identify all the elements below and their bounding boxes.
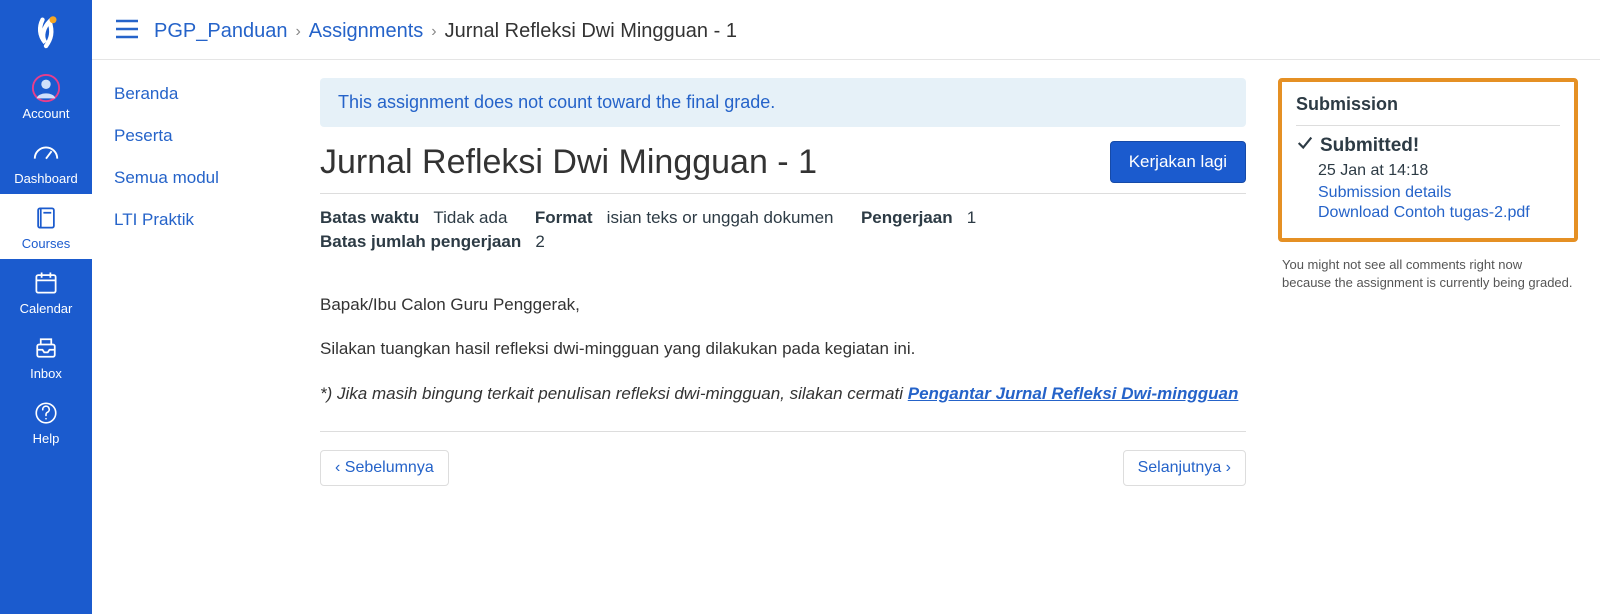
help-icon <box>30 397 62 429</box>
nav-inbox[interactable]: Inbox <box>0 324 92 389</box>
submission-box: Submission Submitted! 25 Jan at 14:18 Su… <box>1278 78 1578 242</box>
meta-due-value: Tidak ada <box>433 208 507 227</box>
intro-link[interactable]: Pengantar Jurnal Refleksi Dwi-mingguan <box>908 384 1239 403</box>
nav-dashboard-label: Dashboard <box>14 171 78 186</box>
content: This assignment does not count toward th… <box>320 78 1252 614</box>
next-button-label: Selanjutnya <box>1138 459 1222 476</box>
chevron-right-icon: › <box>1221 459 1231 476</box>
nav-help[interactable]: Help <box>0 389 92 454</box>
global-nav: Account Dashboard Courses Calendar Inbox… <box>0 0 92 614</box>
pager: ‹ Sebelumnya Selanjutnya › <box>320 431 1246 486</box>
nav-help-label: Help <box>33 431 60 446</box>
meta-format-value: isian teks or unggah dokumen <box>607 208 834 227</box>
sidebar: Submission Submitted! 25 Jan at 14:18 Su… <box>1278 78 1578 614</box>
body-p3-prefix: *) Jika masih bingung terkait penulisan … <box>320 384 908 403</box>
nav-account-label: Account <box>23 106 70 121</box>
chevron-right-icon: › <box>295 23 300 41</box>
meta-attempts-value: 1 <box>967 208 976 227</box>
prev-button[interactable]: ‹ Sebelumnya <box>320 450 449 486</box>
retry-button[interactable]: Kerjakan lagi <box>1110 141 1246 183</box>
course-nav: Beranda Peserta Semua modul LTI Praktik <box>114 78 294 614</box>
meta-attempts-label: Pengerjaan <box>861 208 953 227</box>
submission-date: 25 Jan at 14:18 <box>1318 162 1560 180</box>
body-p1: Bapak/Ibu Calon Guru Penggerak, <box>320 292 1246 318</box>
nav-calendar[interactable]: Calendar <box>0 259 92 324</box>
meta-due-label: Batas waktu <box>320 208 419 227</box>
book-icon <box>30 202 62 234</box>
logo-icon <box>25 11 67 53</box>
breadcrumb-assignments[interactable]: Assignments <box>309 20 424 43</box>
submission-details-link[interactable]: Submission details <box>1318 184 1560 202</box>
course-nav-home[interactable]: Beranda <box>114 84 294 104</box>
app-logo[interactable] <box>20 6 72 58</box>
body-columns: Beranda Peserta Semua modul LTI Praktik … <box>92 60 1600 614</box>
course-nav-people[interactable]: Peserta <box>114 126 294 146</box>
submitted-status: Submitted! <box>1296 134 1560 158</box>
nav-dashboard[interactable]: Dashboard <box>0 129 92 194</box>
prev-button-label: Sebelumnya <box>345 459 434 476</box>
page-title: Jurnal Refleksi Dwi Mingguan - 1 <box>320 143 817 182</box>
assignment-meta: Batas waktu Tidak ada Format isian teks … <box>320 193 1246 266</box>
breadcrumb-course[interactable]: PGP_Panduan <box>154 20 287 43</box>
assignment-body: Bapak/Ibu Calon Guru Penggerak, Silakan … <box>320 266 1246 407</box>
meta-allowed-label: Batas jumlah pengerjaan <box>320 232 521 251</box>
next-button[interactable]: Selanjutnya › <box>1123 450 1246 486</box>
grade-alert: This assignment does not count toward th… <box>320 78 1246 127</box>
calendar-icon <box>30 267 62 299</box>
chevron-left-icon: ‹ <box>335 459 345 476</box>
nav-courses[interactable]: Courses <box>0 194 92 259</box>
submitted-label: Submitted! <box>1320 135 1419 157</box>
meta-format-label: Format <box>535 208 593 227</box>
download-file-link[interactable]: Download Contoh tugas-2.pdf <box>1318 204 1560 222</box>
nav-inbox-label: Inbox <box>30 366 62 381</box>
course-nav-modules[interactable]: Semua modul <box>114 168 294 188</box>
inbox-icon <box>30 332 62 364</box>
nav-calendar-label: Calendar <box>20 301 73 316</box>
breadcrumbs: PGP_Panduan › Assignments › Jurnal Refle… <box>154 20 737 43</box>
hamburger-icon[interactable] <box>114 18 140 45</box>
meta-allowed-value: 2 <box>535 232 544 251</box>
title-row: Jurnal Refleksi Dwi Mingguan - 1 Kerjaka… <box>320 141 1246 183</box>
check-icon <box>1296 134 1314 158</box>
dashboard-icon <box>30 137 62 169</box>
user-circle-icon <box>30 72 62 104</box>
course-nav-lti[interactable]: LTI Praktik <box>114 210 294 230</box>
submission-heading: Submission <box>1296 94 1560 126</box>
chevron-right-icon: › <box>431 23 436 41</box>
breadcrumb-current: Jurnal Refleksi Dwi Mingguan - 1 <box>445 20 737 43</box>
nav-account[interactable]: Account <box>0 64 92 129</box>
grading-note: You might not see all comments right now… <box>1278 256 1578 291</box>
body-p2: Silakan tuangkan hasil refleksi dwi-ming… <box>320 336 1246 362</box>
main-wrap: PGP_Panduan › Assignments › Jurnal Refle… <box>92 0 1600 614</box>
body-p3: *) Jika masih bingung terkait penulisan … <box>320 381 1246 407</box>
nav-courses-label: Courses <box>22 236 70 251</box>
top-bar: PGP_Panduan › Assignments › Jurnal Refle… <box>92 0 1600 60</box>
